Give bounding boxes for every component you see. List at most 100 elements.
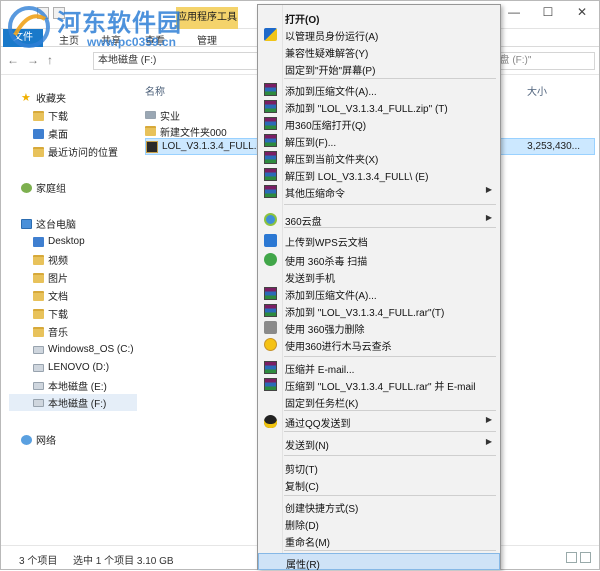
menu-item[interactable]: 压缩到 "LOL_V3.1.3.4_FULL.rar" 并 E-mail <box>258 376 500 393</box>
menu-item[interactable]: 上传到WPS云文档 <box>258 232 500 249</box>
shield-icon <box>264 28 277 41</box>
nav-item-downloads[interactable]: 下载 <box>33 107 68 124</box>
winrar-icon <box>264 287 277 300</box>
nav-item-label: 本地磁盘 (F:) <box>48 399 107 410</box>
close-button[interactable]: ✕ <box>565 1 599 23</box>
nav-item-documents[interactable]: 文档 <box>33 287 68 304</box>
winrar-icon <box>264 361 277 374</box>
menu-separator <box>284 431 496 432</box>
menu-item[interactable]: 360云盘 ▶ <box>258 211 500 228</box>
submenu-arrow-icon: ▶ <box>485 437 492 446</box>
minimize-button[interactable]: — <box>497 1 531 23</box>
computer-icon <box>21 218 32 229</box>
menu-item[interactable]: 添加到压缩文件(A)... <box>258 285 500 302</box>
menu-item[interactable]: 创建快捷方式(S) <box>258 498 500 515</box>
nav-favorites[interactable]: ★ 收藏夹 <box>21 89 66 106</box>
menu-item[interactable]: 解压到 LOL_V3.1.3.4_FULL\ (E) <box>258 166 500 183</box>
nav-item-pictures[interactable]: 图片 <box>33 269 68 286</box>
menu-item-label: 解压到 LOL_V3.1.3.4_FULL\ (E) <box>285 172 429 183</box>
menu-item-label: 兼容性疑难解答(Y) <box>285 49 369 60</box>
nav-item-label: 下载 <box>48 112 68 123</box>
menu-item-label: 属性(R) <box>286 560 320 571</box>
menu-item[interactable]: 以管理员身份运行(A) <box>258 26 500 43</box>
menu-item-label: 上传到WPS云文档 <box>285 238 368 249</box>
menu-item[interactable]: 打开(O) <box>258 9 500 26</box>
nav-item-desktop[interactable]: 桌面 <box>33 125 68 142</box>
submenu-arrow-icon: ▶ <box>485 213 492 222</box>
winrar-icon <box>264 83 277 96</box>
nav-item-desktop-pc[interactable]: Desktop <box>33 233 85 250</box>
nav-item-label: 视频 <box>48 256 68 267</box>
menu-item[interactable]: 通过QQ发送到 ▶ <box>258 413 500 430</box>
menu-item[interactable]: 解压到(F)... <box>258 132 500 149</box>
menu-item[interactable]: 添加到 "LOL_V3.1.3.4_FULL.rar"(T) <box>258 302 500 319</box>
nav-item-label: Windows8_OS (C:) <box>48 344 134 355</box>
qq-icon <box>264 415 277 428</box>
menu-item[interactable]: 剪切(T) <box>258 459 500 476</box>
menu-item[interactable]: 属性(R) <box>258 553 500 571</box>
menu-item-label: 用360压缩打开(Q) <box>285 121 367 132</box>
menu-item-label: 删除(D) <box>285 521 319 532</box>
watermark-url: www.pc0359.cn <box>87 35 176 49</box>
menu-item[interactable]: 固定到任务栏(K) <box>258 393 500 410</box>
nav-item-downloads-pc[interactable]: 下载 <box>33 305 68 322</box>
nav-item-music[interactable]: 音乐 <box>33 323 68 340</box>
watermark-text: 河东软件园 <box>57 10 182 37</box>
menu-item[interactable]: 添加到 "LOL_V3.1.3.4_FULL.zip" (T) <box>258 98 500 115</box>
menu-item[interactable]: 压缩并 E-mail... <box>258 359 500 376</box>
menu-item-label: 固定到任务栏(K) <box>285 399 359 410</box>
menu-item-label: 通过QQ发送到 <box>285 419 351 430</box>
nav-network-label: 网络 <box>36 436 56 447</box>
nav-network[interactable]: 网络 <box>21 431 56 448</box>
menu-item[interactable]: 兼容性疑难解答(Y) <box>258 43 500 60</box>
menu-item[interactable]: 使用360进行木马云查杀 <box>258 336 500 353</box>
menu-item[interactable]: 添加到压缩文件(A)... <box>258 81 500 98</box>
file-size: 3,253,430... <box>527 141 580 152</box>
menu-item-label: 使用 360杀毒 扫描 <box>285 257 368 268</box>
nav-item-recent[interactable]: 最近访问的位置 <box>33 143 118 160</box>
file-row[interactable]: 实业 <box>145 107 180 123</box>
wps-icon <box>264 234 277 247</box>
watermark: 河东软件园 www.pc0359.cn <box>5 1 215 61</box>
column-header-size[interactable]: 大小 <box>527 83 547 98</box>
status-selection: 选中 1 个项目 3.10 GB <box>73 556 174 567</box>
menu-item[interactable]: 固定到"开始"屏幕(P) <box>258 60 500 77</box>
nav-item-videos[interactable]: 视频 <box>33 251 68 268</box>
menu-separator <box>284 227 496 228</box>
menu-item[interactable]: 删除(D) <box>258 515 500 532</box>
drive-icon <box>33 363 44 372</box>
nav-this-pc[interactable]: 这台电脑 <box>21 215 76 232</box>
menu-item-label: 复制(C) <box>285 482 319 493</box>
menu-item[interactable]: 其他压缩命令 ▶ <box>258 183 500 200</box>
menu-item[interactable]: 用360压缩打开(Q) <box>258 115 500 132</box>
status-item-count: 3 个项目 <box>19 556 58 567</box>
menu-item[interactable]: 重命名(M) <box>258 532 500 549</box>
large-icons-view-icon[interactable] <box>580 552 591 563</box>
menu-separator <box>284 204 496 205</box>
menu-item-label: 添加到压缩文件(A)... <box>285 291 377 302</box>
file-row[interactable]: 新建文件夹000 <box>145 123 227 139</box>
nav-item-drive-f[interactable]: 本地磁盘 (F:) <box>9 394 137 411</box>
nav-item-label: 下载 <box>48 310 68 321</box>
file-name: 新建文件夹000 <box>160 127 227 139</box>
menu-separator <box>284 455 496 456</box>
maximize-button[interactable]: ☐ <box>531 1 565 23</box>
nav-item-drive-d[interactable]: LENOVO (D:) <box>33 359 109 376</box>
menu-item[interactable]: 发送到手机 <box>258 268 500 285</box>
nav-item-drive-e[interactable]: 本地磁盘 (E:) <box>33 377 107 394</box>
nav-homegroup[interactable]: 家庭组 <box>21 179 66 196</box>
details-view-icon[interactable] <box>566 552 577 563</box>
menu-item[interactable]: 复制(C) <box>258 476 500 493</box>
column-header-name[interactable]: 名称 <box>145 83 165 98</box>
videos-folder-icon <box>33 254 44 265</box>
nav-item-drive-c[interactable]: Windows8_OS (C:) <box>33 341 134 358</box>
music-folder-icon <box>33 326 44 337</box>
menu-item[interactable]: 使用 360强力删除 <box>258 319 500 336</box>
context-menu: 打开(O) 以管理员身份运行(A) 兼容性疑难解答(Y) 固定到"开始"屏幕(P) 添加… <box>257 4 501 571</box>
menu-item[interactable]: 发送到(N) ▶ <box>258 435 500 452</box>
menu-item[interactable]: 解压到当前文件夹(X) <box>258 149 500 166</box>
menu-separator <box>284 356 496 357</box>
nav-item-label: 图片 <box>48 274 68 285</box>
exe-file-icon <box>146 140 158 153</box>
menu-item[interactable]: 使用 360杀毒 扫描 <box>258 251 500 268</box>
